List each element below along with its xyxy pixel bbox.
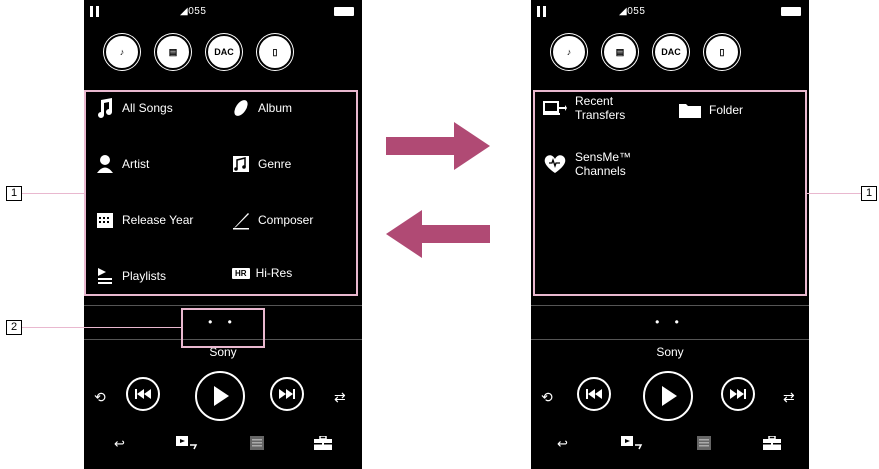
- list-button[interactable]: ▤: [155, 34, 191, 70]
- menu-item-artist[interactable]: Artist: [96, 154, 149, 174]
- menu-item-sensme-channels[interactable]: SensMe™ Channels: [543, 150, 631, 178]
- previous-icon: [135, 389, 151, 399]
- next-icon: [730, 389, 746, 399]
- volume-level: ◢055: [619, 6, 646, 17]
- library-icon[interactable]: [697, 436, 711, 453]
- toolbox-icon[interactable]: [763, 435, 781, 453]
- shuffle-icon[interactable]: ⇄: [334, 389, 346, 406]
- previous-button[interactable]: [126, 377, 160, 411]
- menu-item-label: All Songs: [122, 101, 173, 115]
- next-icon: [279, 389, 295, 399]
- menu-item-label: Folder: [709, 103, 744, 117]
- volume-level: ◢055: [180, 6, 207, 17]
- library-menu: All Songs Album Artist Genre Release Yea…: [84, 90, 358, 296]
- pen-icon: [233, 213, 249, 230]
- menu-item-all-songs[interactable]: All Songs: [96, 98, 173, 118]
- menu-item-album[interactable]: Album: [232, 98, 292, 118]
- previous-icon: [586, 389, 602, 399]
- person-icon: [97, 155, 113, 173]
- back-icon[interactable]: ↩: [557, 436, 568, 452]
- battery-icon: [334, 7, 354, 16]
- menu-item-label: Genre: [258, 157, 292, 171]
- quick-buttons: ♪ ▤ DAC ▯: [96, 34, 350, 70]
- play-button[interactable]: [195, 371, 245, 421]
- player-screen-right: ◢055 ♪ ▤ DAC ▯ Recent Transfers Folder Se…: [531, 0, 809, 469]
- menu-item-genre[interactable]: Genre: [232, 154, 291, 174]
- menu-item-label: Playlists: [122, 269, 167, 283]
- hi-res-badge: HR: [232, 267, 250, 279]
- menu-item-label: Release Year: [122, 213, 194, 227]
- play-button[interactable]: [643, 371, 693, 421]
- page-indicator[interactable]: • •: [531, 315, 809, 329]
- device-button[interactable]: ▯: [257, 34, 293, 70]
- divider: [531, 305, 809, 306]
- play-icon: [214, 386, 229, 406]
- divider: [84, 305, 362, 306]
- menu-item-playlists[interactable]: Playlists: [96, 266, 166, 286]
- music-source-button[interactable]: ♪: [104, 34, 140, 70]
- player-screen-left: ◢055 ♪ ▤ DAC ▯ All Songs Album Artist Ge…: [84, 0, 362, 469]
- shuffle-icon[interactable]: ⇄: [783, 389, 795, 406]
- playback-controls: ⟲ ⇄: [84, 371, 362, 421]
- callout-1-left: 1: [6, 186, 22, 201]
- callout-line: [807, 193, 861, 194]
- repeat-icon[interactable]: ⟲: [94, 389, 106, 406]
- callout-line: [22, 193, 84, 194]
- bottom-toolbar: ↩: [84, 430, 362, 460]
- menu-item-label: SensMe™ Channels: [575, 150, 632, 178]
- divider: [531, 339, 809, 340]
- toolbox-icon[interactable]: [314, 435, 332, 453]
- transfer-icon: [543, 101, 567, 115]
- menu-item-label: Album: [258, 101, 293, 115]
- pause-icon: [90, 6, 100, 17]
- folder-icon: [679, 104, 701, 118]
- playlist-icon: [98, 268, 112, 284]
- genre-icon: [233, 156, 249, 172]
- callout-2: 2: [6, 320, 22, 335]
- device-button[interactable]: ▯: [704, 34, 740, 70]
- playback-queue-icon[interactable]: [176, 436, 198, 453]
- music-source-button[interactable]: ♪: [551, 34, 587, 70]
- next-button[interactable]: [721, 377, 755, 411]
- album-disc-icon: [234, 100, 248, 116]
- menu-item-label: Recent Transfers: [575, 94, 626, 122]
- music-note-icon: [98, 98, 112, 118]
- menu-item-composer[interactable]: Composer: [232, 210, 313, 230]
- next-button[interactable]: [270, 377, 304, 411]
- menu-item-label: Composer: [258, 213, 314, 227]
- menu-item-folder[interactable]: Folder: [679, 102, 743, 118]
- calendar-icon: [97, 213, 113, 228]
- dac-button[interactable]: DAC: [206, 34, 242, 70]
- status-bar: ◢055: [84, 0, 362, 24]
- library-menu: Recent Transfers Folder SensMe™ Channels: [533, 90, 807, 296]
- menu-item-hi-res[interactable]: HR Hi-Res: [232, 266, 292, 280]
- library-icon[interactable]: [250, 436, 264, 453]
- menu-item-recent-transfers[interactable]: Recent Transfers: [543, 94, 625, 122]
- swipe-right-arrow: [386, 210, 490, 258]
- list-button[interactable]: ▤: [602, 34, 638, 70]
- pause-icon: [537, 6, 547, 17]
- menu-item-label: Artist: [122, 157, 150, 171]
- previous-button[interactable]: [577, 377, 611, 411]
- song-title: Sony: [656, 345, 684, 359]
- back-icon[interactable]: ↩: [114, 436, 125, 452]
- status-bar: ◢055: [531, 0, 809, 24]
- playback-controls: ⟲ ⇄: [531, 371, 809, 421]
- menu-item-release-year[interactable]: Release Year: [96, 210, 193, 230]
- callout-line: [22, 327, 182, 328]
- dac-button[interactable]: DAC: [653, 34, 689, 70]
- menu-item-label: Hi-Res: [255, 266, 293, 280]
- quick-buttons: ♪ ▤ DAC ▯: [543, 34, 797, 70]
- page-indicator-highlight: [181, 308, 265, 348]
- playback-queue-icon[interactable]: [621, 436, 643, 453]
- play-icon: [662, 386, 677, 406]
- bottom-toolbar: ↩: [531, 430, 809, 460]
- sensme-heart-icon: [544, 155, 566, 173]
- battery-icon: [781, 7, 801, 16]
- repeat-icon[interactable]: ⟲: [541, 389, 553, 406]
- swipe-left-arrow: [386, 122, 490, 170]
- callout-1-right: 1: [861, 186, 877, 201]
